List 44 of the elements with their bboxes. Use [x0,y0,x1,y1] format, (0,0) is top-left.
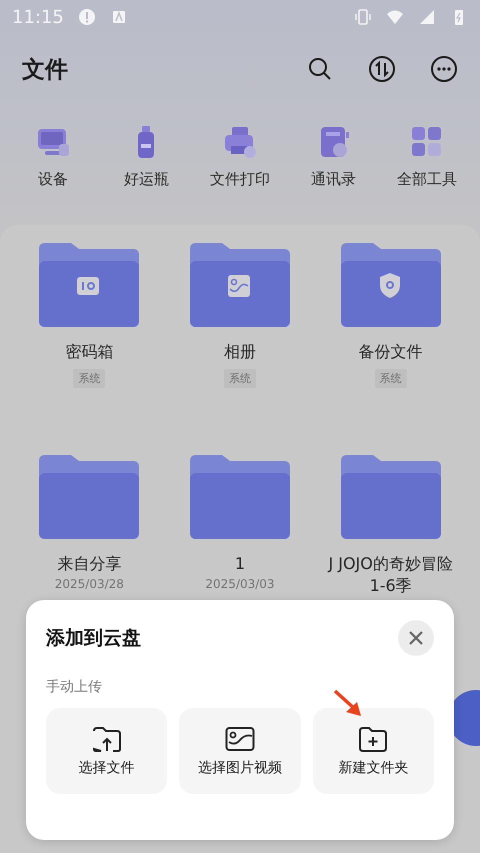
status-time: 11:15 [12,6,64,28]
tool-label[interactable]: 通讯录 [311,170,356,189]
folder-name[interactable]: 1 [170,553,310,575]
safe-icon [77,277,100,295]
tool-label[interactable]: 设备 [38,170,68,189]
transfer-icon[interactable] [368,55,396,83]
folder-name[interactable]: 相册 [170,341,310,363]
folder-icon[interactable] [37,453,142,541]
folder-name[interactable]: 备份文件 [320,341,461,363]
upload-icon [92,725,122,753]
folder-icon[interactable] [37,241,142,329]
sheet-title: 添加到云盘 [46,626,141,651]
photo-icon [228,275,250,297]
more-icon[interactable] [430,55,458,83]
folder-icon[interactable] [188,241,292,329]
folder-tag: 系统 [73,369,106,388]
tool-label[interactable]: 文件打印 [210,170,270,189]
tool-label[interactable]: 全部工具 [397,170,458,189]
page-title: 文件 [22,56,69,84]
folder-icon[interactable] [338,241,443,329]
folder-name[interactable]: 密码箱 [19,341,160,363]
vibrate-icon [354,8,372,26]
new-folder-button[interactable]: 新建文件夹 [312,708,434,794]
section-label: 手动上传 [46,678,103,696]
close-icon [408,630,424,646]
signal-icon [418,8,436,26]
folder-name[interactable]: 来自分享 [19,553,160,575]
image-icon [224,725,255,753]
close-button[interactable] [398,620,434,656]
shield-icon [380,273,400,298]
folder-tag: 系统 [224,369,256,388]
tool-label[interactable]: 好运瓶 [124,170,169,189]
alert-icon [78,8,96,26]
folder-name[interactable]: J JOJO的奇妙冒险 1-6季 [320,553,461,597]
folder-icon[interactable] [338,453,443,541]
folder-tag: 系统 [374,369,407,388]
folder-icon[interactable] [188,453,292,541]
folder-date: 2025/03/28 [54,577,124,591]
upload-button[interactable]: 选择文件 [46,708,168,794]
image-button[interactable]: 选择图片视频 [179,708,301,794]
folder-date: 2025/03/03 [205,577,275,591]
new-folder-icon [358,725,388,753]
pointer-arrow-icon [332,688,364,718]
wifi-icon [386,8,404,26]
